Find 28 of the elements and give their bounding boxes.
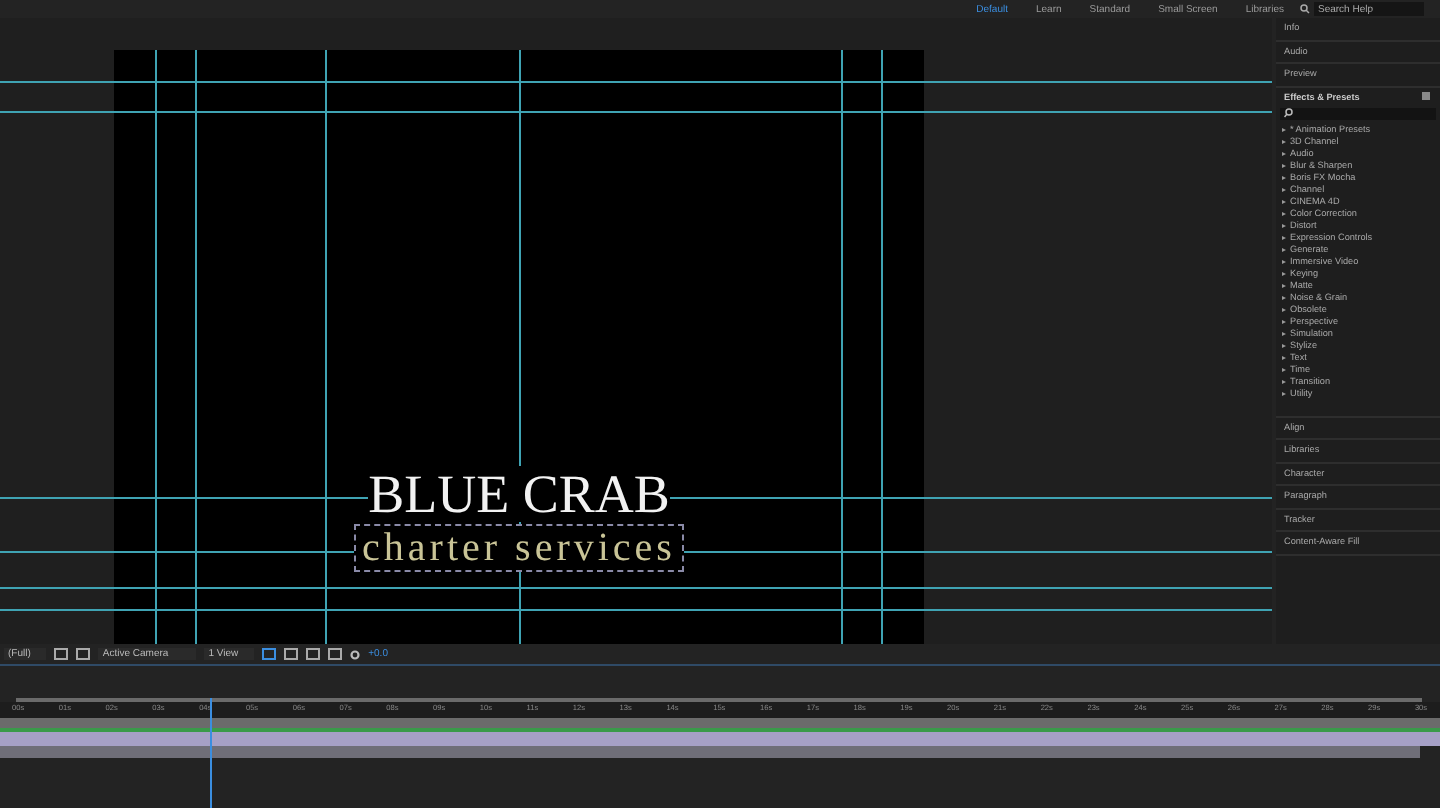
caret-icon[interactable] xyxy=(1282,187,1286,191)
caret-icon[interactable] xyxy=(1282,331,1286,335)
caret-icon[interactable] xyxy=(1282,151,1286,155)
search-icon xyxy=(1300,4,1310,14)
caret-icon[interactable] xyxy=(1282,319,1286,323)
caret-icon[interactable] xyxy=(1282,271,1286,275)
caret-icon[interactable] xyxy=(1282,223,1286,227)
caret-icon[interactable] xyxy=(1282,295,1286,299)
caret-icon[interactable] xyxy=(1282,127,1286,131)
caret-icon[interactable] xyxy=(1282,379,1286,383)
caret-icon[interactable] xyxy=(1282,259,1286,263)
caret-icon[interactable] xyxy=(1282,307,1286,311)
caret-icon[interactable] xyxy=(1282,367,1286,371)
subtitle-text[interactable]: charter services xyxy=(354,524,684,572)
effects-search-field[interactable] xyxy=(1280,107,1436,119)
search-icon xyxy=(1284,108,1294,118)
caret-icon[interactable] xyxy=(1282,163,1286,167)
caret-icon[interactable] xyxy=(1282,211,1286,215)
caret-icon[interactable] xyxy=(1282,175,1286,179)
caret-icon[interactable] xyxy=(1282,283,1286,287)
caret-icon[interactable] xyxy=(1282,235,1286,239)
caret-icon[interactable] xyxy=(1282,343,1286,347)
caret-icon[interactable] xyxy=(1282,247,1286,251)
caret-icon[interactable] xyxy=(1282,355,1286,359)
title-text: BLUE CRAB xyxy=(368,466,670,522)
caret-icon[interactable] xyxy=(1282,199,1286,203)
caret-icon[interactable] xyxy=(1282,139,1286,143)
caret-icon[interactable] xyxy=(1282,391,1286,395)
